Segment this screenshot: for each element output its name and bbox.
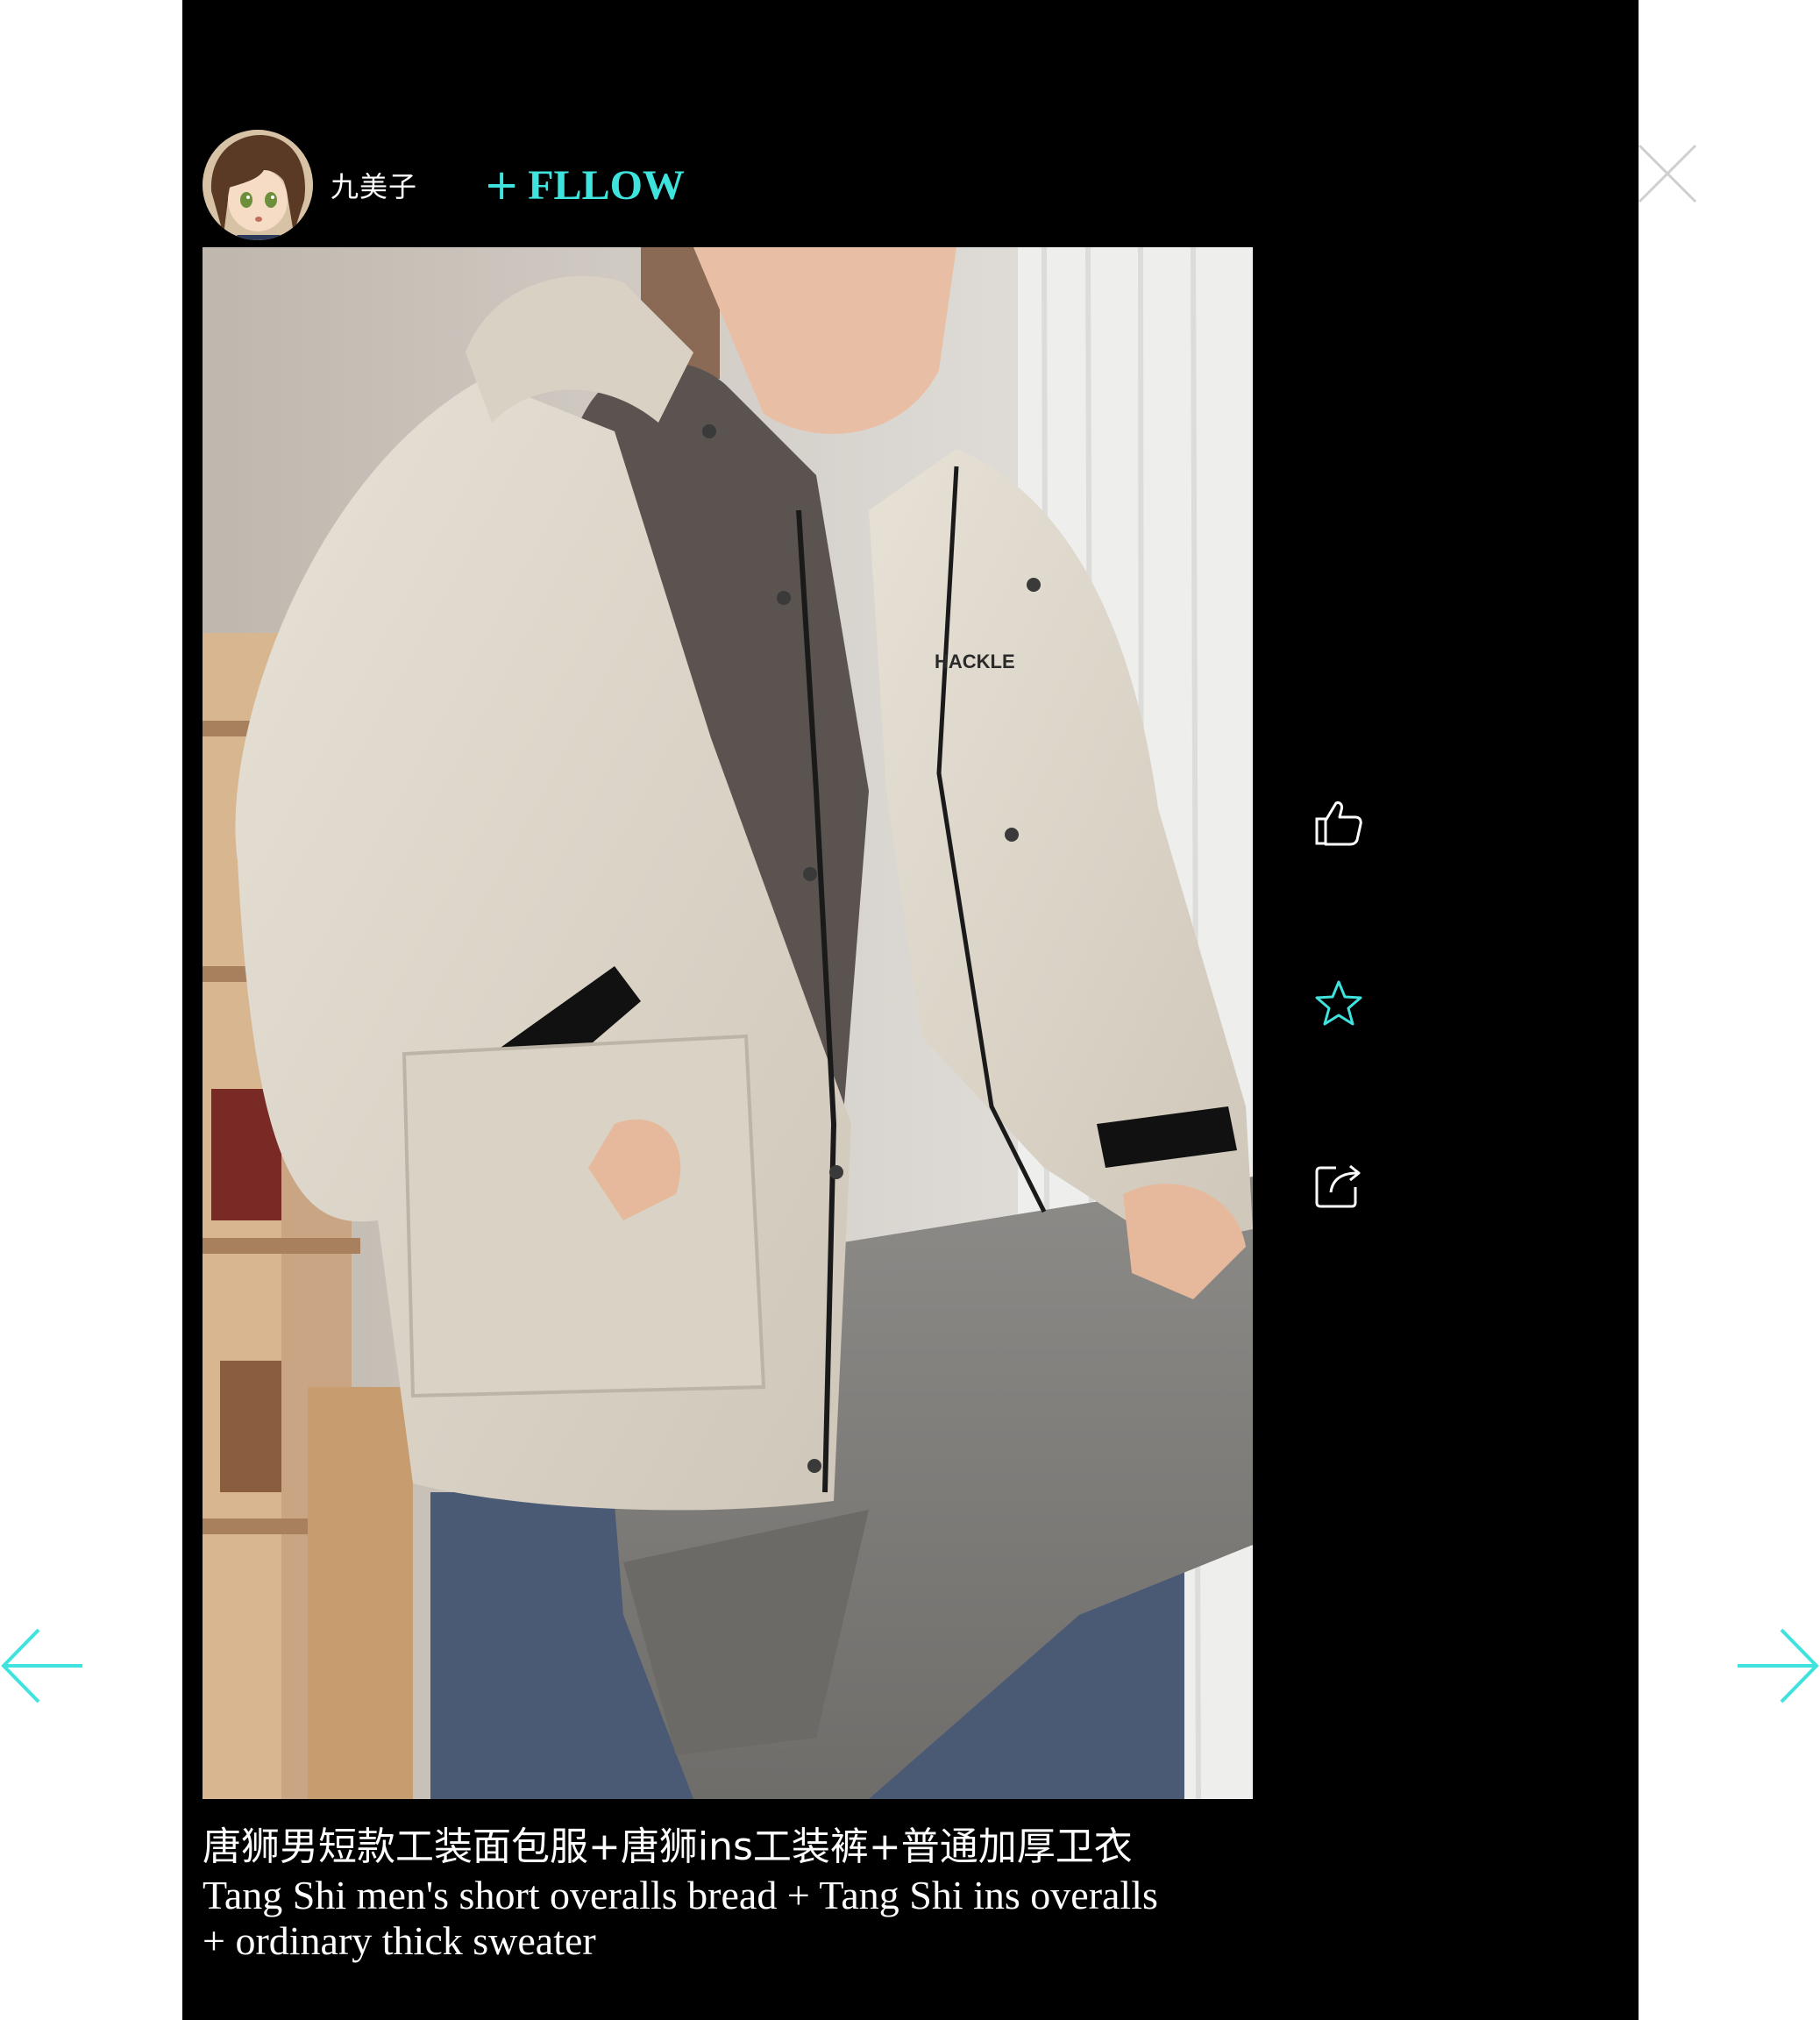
post-photo[interactable]: HACKLE [203,247,1253,1799]
thumbs-up-icon [1315,801,1362,846]
arrow-right-icon [1738,1628,1819,1703]
author-name[interactable]: 九美子 [331,165,417,205]
avatar[interactable] [203,130,313,240]
share-button[interactable] [1313,1159,1364,1210]
previous-post-button[interactable] [0,1626,84,1705]
close-button[interactable] [1638,144,1697,203]
next-post-button[interactable] [1736,1626,1820,1705]
favorite-button[interactable] [1313,978,1364,1029]
close-icon [1638,144,1697,203]
share-icon [1315,1164,1361,1208]
page: 九美子 + FLLOW HACKLE 唐狮男短款工装面包服+唐狮ins工装裤+普… [0,0,1820,2020]
caption-english: Tang Shi men's short overalls bread + Ta… [203,1873,1158,1963]
photo-brand-text: HACKLE [935,651,1015,672]
arrow-left-icon [1,1628,82,1703]
follow-button[interactable]: + FLLOW [484,160,685,210]
follow-label: FLLOW [528,161,685,209]
like-button[interactable] [1313,798,1364,849]
post-caption: 唐狮男短款工装面包服+唐狮ins工装裤+普通加厚卫衣 Tang Shi men'… [203,1822,1281,1964]
post-header: 九美子 + FLLOW [203,128,685,242]
post-actions [1313,798,1375,1340]
star-icon [1315,980,1362,1026]
caption-chinese: 唐狮男短款工装面包服+唐狮ins工装裤+普通加厚卫衣 [203,1824,1133,1869]
plus-icon: + [484,160,520,210]
